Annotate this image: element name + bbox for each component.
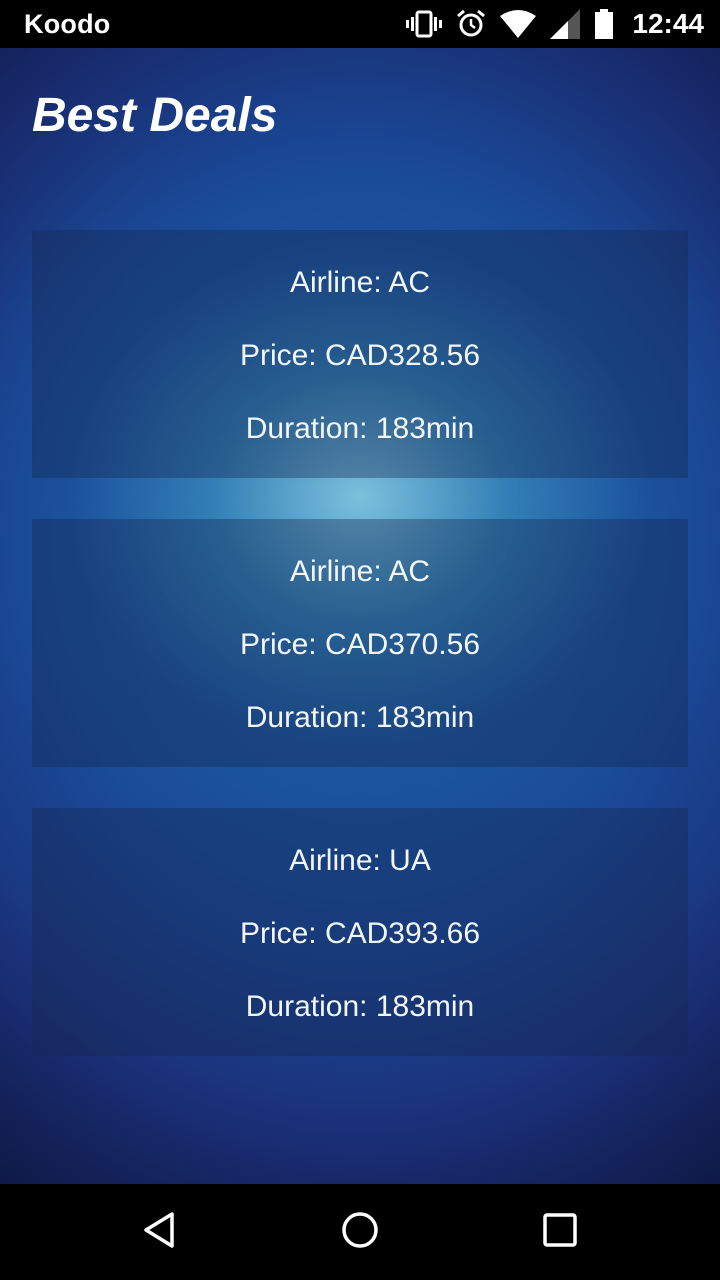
back-icon — [140, 1210, 180, 1255]
deal-duration: Duration: 183min — [245, 412, 475, 445]
status-bar: Koodo 12:44 — [0, 0, 720, 48]
status-icons: 12:44 — [406, 0, 704, 48]
deal-airline: Airline: AC — [289, 266, 431, 299]
vibrate-icon — [406, 9, 443, 39]
clock: 12:44 — [632, 8, 704, 39]
deal-card[interactable]: Airline: AC Price: CAD370.56 Duration: 1… — [32, 519, 688, 767]
deal-airline: Airline: AC — [289, 555, 431, 588]
deal-airline: Airline: UA — [289, 844, 431, 877]
wifi-icon — [500, 10, 537, 38]
deal-price: Price: CAD328.56 — [239, 339, 481, 372]
back-button[interactable] — [136, 1208, 184, 1256]
main-content: Best Deals Airline: AC Price: CAD328.56 … — [0, 48, 720, 1184]
recents-button[interactable] — [536, 1208, 584, 1256]
navigation-bar — [0, 1184, 720, 1280]
home-button[interactable] — [336, 1208, 384, 1256]
recents-icon — [542, 1212, 578, 1253]
carrier-name: Koodo — [24, 9, 111, 39]
deal-price: Price: CAD370.56 — [239, 628, 481, 661]
home-icon — [340, 1210, 380, 1255]
deal-duration: Duration: 183min — [245, 701, 475, 734]
deal-price: Price: CAD393.66 — [239, 917, 481, 950]
deal-duration: Duration: 183min — [245, 990, 475, 1023]
screen: Koodo 12:44 Best Deals Airline: AC Price… — [0, 0, 720, 1280]
page-title: Best Deals — [32, 89, 278, 142]
battery-icon — [594, 9, 614, 39]
deal-card[interactable]: Airline: AC Price: CAD328.56 Duration: 1… — [32, 230, 688, 478]
alarm-icon — [456, 9, 486, 39]
deal-card[interactable]: Airline: UA Price: CAD393.66 Duration: 1… — [32, 808, 688, 1056]
signal-icon — [550, 9, 581, 39]
